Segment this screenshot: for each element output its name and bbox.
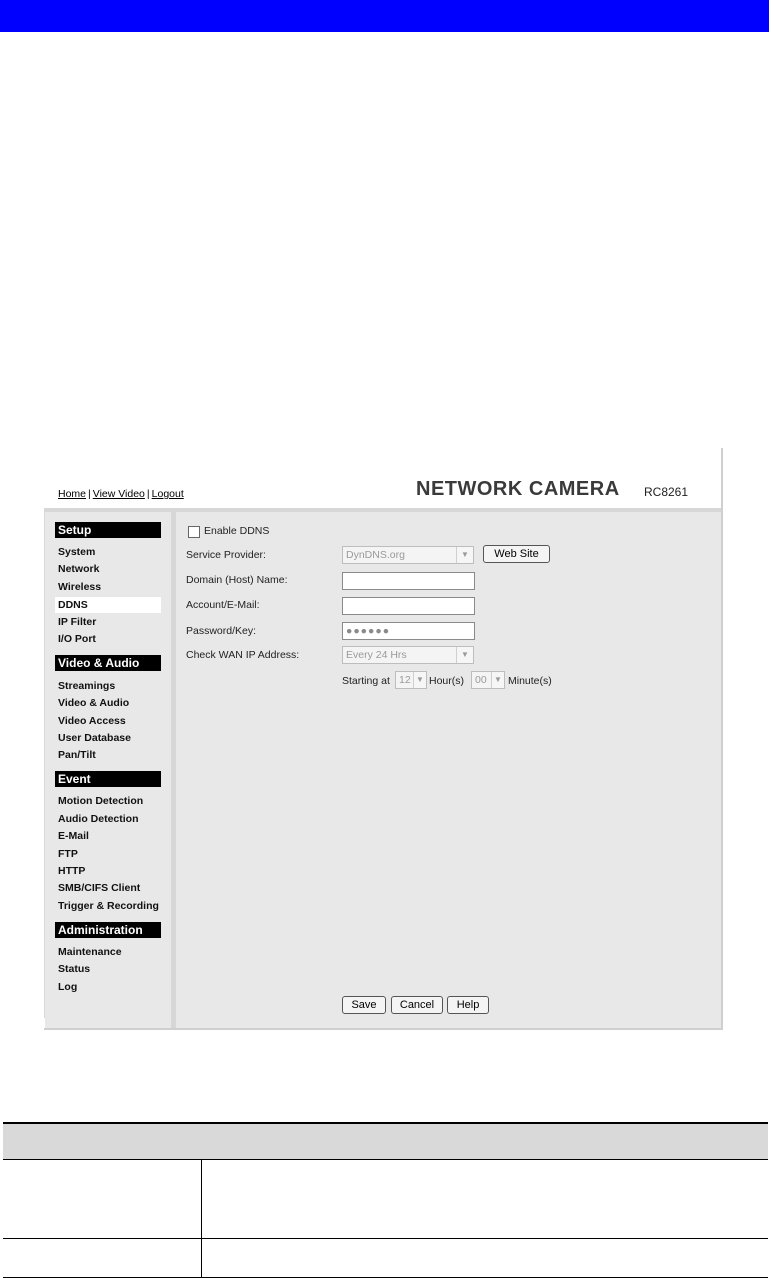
web-site-button[interactable]: Web Site	[483, 545, 550, 563]
sidebar-item-video-audio[interactable]: Video & Audio	[55, 695, 161, 711]
domain-name-input[interactable]	[342, 572, 475, 590]
section-administration: Administration	[55, 922, 161, 938]
top-nav: Home | View Video | Logout	[58, 488, 184, 500]
save-button[interactable]: Save	[342, 996, 386, 1014]
chevron-down-icon: ▼	[491, 672, 504, 688]
sidebar-item-http[interactable]: HTTP	[55, 863, 161, 879]
help-button[interactable]: Help	[447, 996, 489, 1014]
model-number: RC8261	[644, 485, 689, 499]
hour-select[interactable]: 12 ▼	[395, 671, 427, 689]
check-wan-ip-label: Check WAN IP Address:	[186, 649, 300, 661]
service-provider-label: Service Provider:	[186, 549, 266, 561]
section-video-audio: Video & Audio	[55, 655, 161, 671]
password-key-input[interactable]: ●●●●●●	[342, 622, 475, 640]
sidebar-item-pan-tilt[interactable]: Pan/Tilt	[55, 747, 161, 763]
sidebar-item-email[interactable]: E-Mail	[55, 828, 161, 844]
logout-link[interactable]: Logout	[152, 488, 184, 500]
ddns-form-panel: Enable DDNS Service Provider: DynDNS.org…	[176, 512, 721, 1028]
password-key-label: Password/Key:	[186, 625, 257, 637]
enable-ddns-label: Enable DDNS	[204, 525, 270, 537]
sidebar-item-ddns[interactable]: DDNS	[55, 597, 161, 613]
check-wan-ip-select[interactable]: Every 24 Hrs ▼	[342, 646, 474, 664]
home-link[interactable]: Home	[58, 488, 86, 500]
view-video-link[interactable]: View Video	[93, 488, 145, 500]
section-setup: Setup	[55, 522, 161, 538]
page-header: Home | View Video | Logout NETWORK CAMERA RC…	[44, 448, 721, 508]
sidebar-item-ftp[interactable]: FTP	[55, 846, 161, 862]
top-banner	[0, 0, 769, 32]
sidebar-item-audio-detection[interactable]: Audio Detection	[55, 811, 161, 827]
chevron-down-icon: ▼	[456, 547, 473, 563]
sidebar-item-smb-cifs-client[interactable]: SMB/CIFS Client	[55, 880, 161, 896]
service-provider-select[interactable]: DynDNS.org ▼	[342, 546, 474, 564]
account-email-input[interactable]	[342, 597, 475, 615]
sidebar-item-trigger-recording[interactable]: Trigger & Recording	[55, 898, 161, 914]
sidebar-item-video-access[interactable]: Video Access	[55, 713, 161, 729]
sidebar-item-system[interactable]: System	[55, 544, 161, 560]
screenshot-frame: Home | View Video | Logout NETWORK CAMERA RC…	[44, 448, 723, 1030]
table-header	[3, 1124, 768, 1159]
chevron-down-icon: ▼	[456, 647, 473, 663]
sidebar-item-io-port[interactable]: I/O Port	[55, 631, 161, 647]
sidebar-item-user-database[interactable]: User Database	[55, 730, 161, 746]
brand-title: NETWORK CAMERA	[416, 478, 620, 500]
sidebar-item-motion-detection[interactable]: Motion Detection	[55, 793, 161, 809]
domain-name-label: Domain (Host) Name:	[186, 574, 288, 586]
sidebar-item-ip-filter[interactable]: IP Filter	[55, 614, 161, 630]
chevron-down-icon: ▼	[413, 672, 426, 688]
account-email-label: Account/E-Mail:	[186, 599, 260, 611]
enable-ddns-checkbox[interactable]	[188, 526, 200, 538]
sidebar-item-status[interactable]: Status	[55, 961, 161, 977]
sidebar: Setup System Network Wireless DDNS IP Fi…	[45, 512, 171, 1028]
starting-at-label: Starting at	[342, 675, 390, 687]
sidebar-item-maintenance[interactable]: Maintenance	[55, 944, 161, 960]
section-event: Event	[55, 771, 161, 787]
sidebar-item-log[interactable]: Log	[55, 979, 161, 995]
table-row	[3, 1238, 768, 1239]
sidebar-item-streamings[interactable]: Streamings	[55, 678, 161, 694]
hour-unit-label: Hour(s)	[429, 675, 465, 687]
sidebar-item-wireless[interactable]: Wireless	[55, 579, 161, 595]
minute-unit-label: Minute(s)	[508, 675, 552, 687]
minute-select[interactable]: 00 ▼	[471, 671, 505, 689]
cancel-button[interactable]: Cancel	[391, 996, 443, 1014]
sidebar-item-network[interactable]: Network	[55, 561, 161, 577]
